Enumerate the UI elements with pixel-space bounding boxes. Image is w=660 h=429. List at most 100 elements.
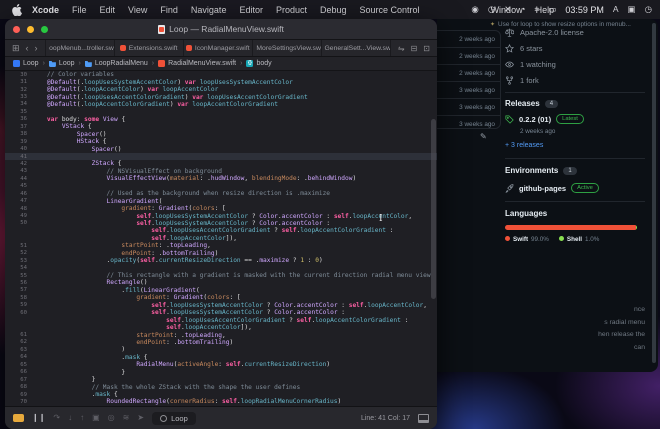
back-chevron-icon[interactable]: ‹	[26, 43, 29, 53]
display-icon[interactable]: ▣	[628, 5, 636, 14]
simulate-location-icon[interactable]: ➤	[137, 414, 144, 422]
forward-chevron-icon[interactable]: ›	[35, 43, 38, 53]
line-number: 39	[20, 138, 27, 145]
environment-row[interactable]: github-pages Active	[505, 183, 599, 193]
input-source-icon[interactable]: A	[613, 5, 619, 14]
add-editor-icon[interactable]: ⊟	[411, 44, 418, 53]
breadcrumb-separator: ›	[151, 60, 155, 67]
line-number: 31	[20, 79, 27, 86]
code-line: 58 gradient: Gradient(colors: [	[5, 294, 437, 301]
close-window-button[interactable]	[13, 26, 20, 33]
stars-row[interactable]: 6 stars	[505, 44, 543, 53]
maximize-editor-icon[interactable]: ⊡	[423, 44, 430, 53]
tab-moresettingsview-swift[interactable]: MoreSettingsView.swift	[252, 40, 322, 56]
menu-item-source-control[interactable]: Source Control	[360, 5, 420, 15]
related-items-icon[interactable]: ⊞	[12, 43, 20, 54]
editor-scrollbar[interactable]	[431, 73, 436, 403]
menu-item-editor[interactable]: Editor	[239, 5, 263, 15]
step-into-icon[interactable]: ↓	[68, 414, 72, 422]
scheme-pill[interactable]: Loop	[152, 411, 196, 425]
environment-name[interactable]: github-pages	[519, 184, 566, 193]
zoom-window-button[interactable]	[41, 26, 48, 33]
language-legend-swift[interactable]: Swift 99.0%	[505, 236, 549, 243]
environments-header[interactable]: Environments 1	[505, 166, 577, 175]
keyboard-grid-icon[interactable]: ⌗	[535, 5, 540, 14]
toggle-debug-area-icon[interactable]	[418, 413, 429, 423]
code-line: 40 Spacer()	[5, 145, 437, 153]
scheme-status-icon	[160, 414, 168, 422]
code-line: 57 .fill(LinearGradient(	[5, 287, 437, 294]
repo-file-table[interactable]: 2 weeks ago 2 weeks ago 2 weeks ago 3 weeks…	[437, 30, 501, 129]
tab-generalsett-view-swift[interactable]: GeneralSett...View.swift	[322, 40, 391, 56]
divider	[505, 158, 645, 159]
file-row-commit-time[interactable]: 3 weeks ago	[437, 115, 500, 132]
breadcrumb-item-body[interactable]: {} body	[246, 60, 272, 67]
file-row-commit-time[interactable]: 3 weeks ago	[437, 81, 500, 98]
step-out-icon[interactable]: ↑	[80, 414, 84, 422]
breakpoints-toggle-icon[interactable]	[13, 414, 24, 422]
apple-menu-icon[interactable]	[12, 3, 22, 16]
file-row-commit-time[interactable]: 2 weeks ago	[437, 47, 500, 64]
memory-graph-icon[interactable]: ◎	[108, 414, 115, 422]
code-line: 36 var body: some View {	[5, 116, 437, 123]
record-circle-icon[interactable]: ◉	[471, 5, 478, 14]
minimize-window-button[interactable]	[27, 26, 34, 33]
language-bar[interactable]	[505, 225, 637, 230]
battery-icon[interactable]: ▭	[548, 5, 556, 14]
code-line: 44 VisualEffectView(material: .hudWindow…	[5, 175, 437, 182]
edit-readme-pencil-icon[interactable]: ✎	[480, 132, 487, 141]
breadcrumb-item-loop[interactable]: Loop	[48, 60, 75, 67]
code-line: 45	[5, 183, 437, 190]
menu-item-find[interactable]: Find	[160, 5, 178, 15]
timer-icon[interactable]: ◷	[488, 5, 495, 14]
latest-release-row[interactable]: 0.2.2 (01) Latest	[505, 114, 584, 124]
menu-item-file[interactable]: File	[72, 5, 87, 15]
file-row-commit-time[interactable]: 2 weeks ago	[437, 31, 500, 47]
breadcrumb-item-loopradialmenu[interactable]: LoopRadialMenu	[84, 60, 148, 67]
language-bar-segment-shell	[635, 225, 637, 230]
file-row-commit-time[interactable]: 3 weeks ago	[437, 98, 500, 115]
xcode-title-bar[interactable]: Loop — RadialMenuView.swift	[5, 19, 437, 40]
line-number: 34	[20, 101, 27, 108]
environment-overrides-icon[interactable]: ≋	[123, 414, 130, 422]
breadcrumb-item-loop[interactable]: Loop	[13, 60, 39, 67]
adjust-editor-options-icon[interactable]: ⇋	[398, 44, 405, 53]
watching-row[interactable]: 1 watching	[505, 60, 556, 69]
forks-row[interactable]: 1 fork	[505, 76, 539, 85]
swift-file-icon	[45, 45, 47, 51]
star-icon	[505, 44, 514, 53]
breadcrumb-item-radialmenuview-swift[interactable]: RadialMenuView.swift	[158, 60, 236, 67]
license-row[interactable]: Apache-2.0 license	[505, 28, 584, 37]
menu-item-debug[interactable]: Debug	[320, 5, 347, 15]
clock-icon[interactable]: ◷	[645, 5, 652, 14]
code-line: 38 Spacer()	[5, 131, 437, 138]
menu-item-product[interactable]: Product	[276, 5, 307, 15]
file-row-commit-time[interactable]: 2 weeks ago	[437, 64, 500, 81]
line-number: 53	[20, 257, 27, 264]
shortcuts-icon[interactable]: ◔	[520, 5, 525, 14]
pause-icon[interactable]: ❙❙	[32, 414, 45, 422]
more-releases-link[interactable]: + 3 releases	[505, 142, 543, 149]
tab-extensions-swift[interactable]: Extensions.swift	[115, 40, 184, 56]
code-line: self.loopAccentColor]),	[151, 234, 237, 242]
menu-item-view[interactable]: View	[128, 5, 147, 15]
line-number: 65	[20, 361, 27, 368]
tab-iconmanager-swift[interactable]: IconManager.swift	[184, 40, 253, 56]
line-number: 70	[20, 398, 27, 405]
debug-view-hierarchy-icon[interactable]: ▣	[92, 414, 100, 422]
close-x-icon[interactable]: ✕	[504, 5, 511, 14]
menu-item-edit[interactable]: Edit	[100, 5, 116, 15]
tab-oopmenub-troller-swift[interactable]: oopMenub...troller.swift	[45, 40, 115, 56]
browser-scrollbar[interactable]	[652, 23, 656, 363]
browser-window-github[interactable]: ✦ Use for loop to show resize options in…	[437, 19, 658, 372]
release-version[interactable]: 0.2.2 (01)	[519, 115, 551, 124]
menu-item-navigate[interactable]: Navigate	[191, 5, 227, 15]
language-legend-shell[interactable]: Shell 1.0%	[558, 236, 599, 243]
code-line-current: 41	[5, 152, 437, 161]
menu-item-xcode[interactable]: Xcode	[32, 5, 59, 15]
code-editor[interactable]: 30 // Color variables 31 @Default(.loopUs…	[5, 71, 437, 407]
step-over-icon[interactable]: ↷	[53, 414, 60, 422]
releases-header[interactable]: Releases 4	[505, 99, 559, 108]
menu-bar-clock[interactable]: 03:59 PM	[565, 5, 604, 15]
line-number: 35	[20, 108, 27, 115]
